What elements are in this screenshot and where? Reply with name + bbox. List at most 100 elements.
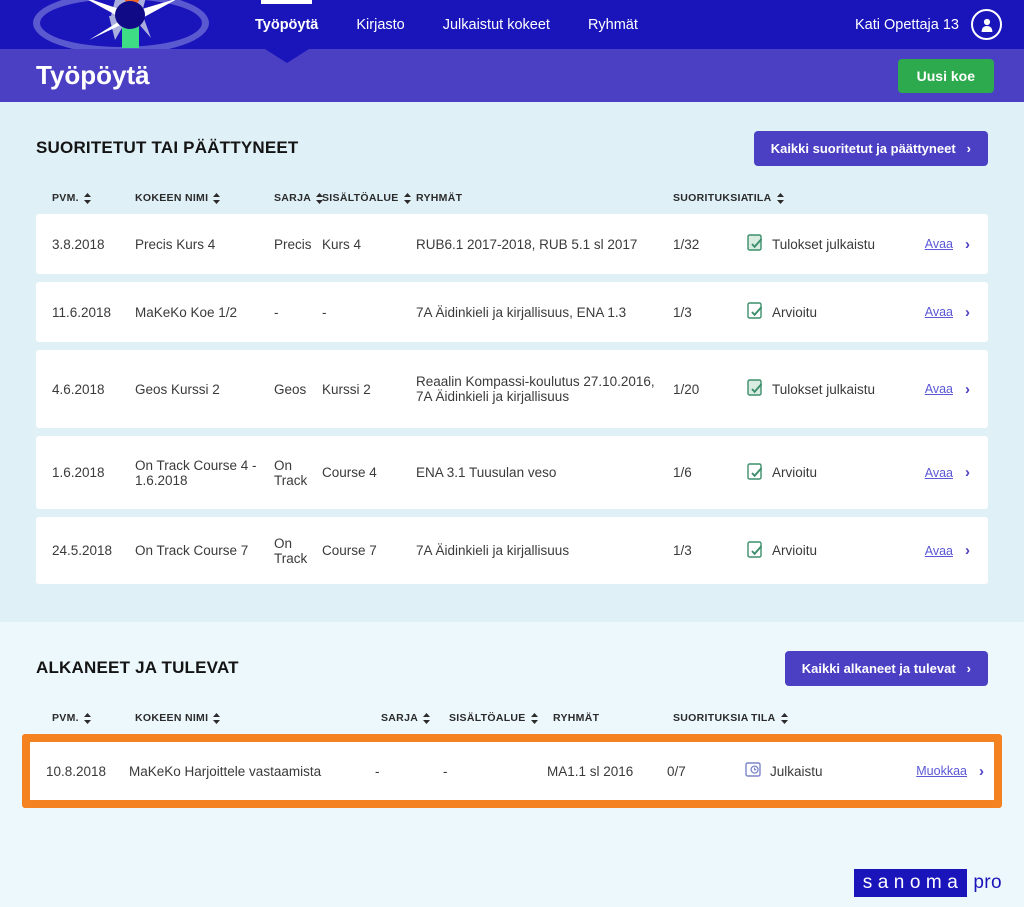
open-link[interactable]: Avaa — [925, 466, 953, 480]
cell-date: 11.6.2018 — [52, 304, 112, 320]
chevron-right-icon[interactable]: › — [965, 236, 970, 253]
top-navigation-bar: Työpöytä Kirjasto Julkaistut kokeet Ryhm… — [0, 0, 1024, 54]
sort-arrows-icon — [776, 192, 784, 204]
column-header-pvm[interactable]: PVM. — [36, 712, 135, 724]
column-label: SISÄLTÖALUE — [322, 192, 399, 204]
sort-arrows-icon — [780, 712, 788, 724]
column-header-pvm[interactable]: PVM. — [36, 192, 135, 204]
edit-link[interactable]: Muokkaa — [916, 764, 967, 778]
nav-item-julkaistut-kokeet[interactable]: Julkaistut kokeet — [441, 0, 552, 49]
cell-submissions: 1/32 — [673, 236, 700, 252]
new-exam-button[interactable]: Uusi koe — [897, 59, 994, 93]
document-check-outline-icon — [747, 540, 764, 561]
column-header-tila[interactable]: TILA — [751, 712, 891, 724]
status-badge: Tulokset julkaistu — [772, 236, 876, 252]
open-link[interactable]: Avaa — [925, 382, 953, 396]
nav-item-kirjasto[interactable]: Kirjasto — [354, 0, 406, 49]
column-header-kokeen-nimi[interactable]: KOKEEN NIMI — [135, 192, 274, 204]
user-menu[interactable]: Kati Opettaja 13 — [855, 0, 1002, 49]
nav-item-tyopoyta[interactable]: Työpöytä — [253, 0, 320, 49]
column-label: KOKEEN NIMI — [135, 712, 209, 724]
column-header-tila[interactable]: TILA — [747, 192, 884, 204]
chevron-right-icon[interactable]: › — [965, 464, 970, 481]
completed-section-header: SUORITETUT TAI PÄÄTTYNEET Kaikki suorite… — [36, 130, 988, 166]
cell-status: Arvioitu — [747, 294, 884, 330]
chevron-right-icon[interactable]: › — [965, 304, 970, 321]
cell-series: On Track — [274, 535, 308, 566]
column-label: KOKEEN NIMI — [135, 192, 209, 204]
cell-exam-name: MaKeKo Koe 1/2 — [135, 304, 238, 320]
user-name-label: Kati Opettaja 13 — [855, 16, 959, 33]
cell-actions: Avaa › — [884, 456, 988, 489]
page-subheader: Työpöytä Uusi koe — [0, 49, 1024, 102]
table-row[interactable]: 1.6.2018 On Track Course 4 - 1.6.2018 On… — [36, 436, 988, 509]
cell-series: On Track — [274, 457, 308, 488]
column-label: SARJA — [274, 192, 312, 204]
sort-arrows-icon — [530, 712, 538, 724]
cell-exam-name: MaKeKo Harjoittele vastaamista — [129, 763, 322, 779]
column-header-kokeen-nimi[interactable]: KOKEEN NIMI — [135, 712, 381, 724]
cell-content-area: Kurs 4 — [322, 236, 362, 252]
all-completed-button[interactable]: Kaikki suoritetut ja päättyneet › — [753, 130, 988, 166]
cell-content-area: - — [322, 304, 327, 320]
sort-arrows-icon — [403, 192, 411, 204]
cell-actions: Avaa › — [884, 296, 988, 329]
column-label: SISÄLTÖALUE — [449, 712, 526, 724]
document-check-filled-icon — [747, 234, 764, 254]
all-upcoming-button[interactable]: Kaikki alkaneet ja tulevat › — [784, 650, 988, 686]
cell-submissions: 1/3 — [673, 543, 692, 558]
avatar[interactable] — [971, 9, 1002, 40]
cell-series: - — [274, 304, 279, 320]
sort-arrows-icon — [213, 712, 221, 724]
completed-section-title: SUORITETUT TAI PÄÄTTYNEET — [36, 138, 299, 157]
document-clock-icon — [745, 761, 762, 781]
sort-arrows-icon — [213, 192, 221, 204]
column-label: SARJA — [381, 712, 419, 724]
column-header-sisaltoalue[interactable]: SISÄLTÖALUE — [449, 712, 553, 724]
footer-branding: sanoma pro — [853, 869, 1002, 897]
cell-groups: 7A Äidinkieli ja kirjallisuus — [416, 543, 570, 558]
open-link[interactable]: Avaa — [925, 305, 953, 319]
abitti-flower-logo[interactable] — [33, 0, 209, 54]
cell-date: 24.5.2018 — [52, 543, 113, 558]
person-icon — [981, 18, 992, 32]
document-check-outline-icon — [747, 462, 764, 483]
nav-item-ryhmat[interactable]: Ryhmät — [586, 0, 640, 49]
column-header-suorituksia: SUORITUKSIA — [673, 192, 748, 204]
chevron-right-icon[interactable]: › — [965, 542, 970, 559]
status-badge: Tulokset julkaistu — [772, 381, 876, 397]
main-nav: Työpöytä Kirjasto Julkaistut kokeet Ryhm… — [253, 0, 640, 49]
column-header-sarja[interactable]: SARJA — [381, 712, 449, 724]
cell-groups: RUB6.1 2017-2018, RUB 5.1 sl 2017 — [416, 236, 638, 252]
cell-date: 4.6.2018 — [52, 381, 105, 397]
chevron-right-icon[interactable]: › — [979, 763, 984, 780]
column-header-sisaltoalue[interactable]: SISÄLTÖALUE — [322, 192, 416, 204]
sort-arrows-icon — [83, 712, 91, 724]
table-row[interactable]: 10.8.2018 MaKeKo Harjoittele vastaamista… — [30, 742, 994, 800]
status-badge: Julkaistu — [770, 763, 823, 779]
open-link[interactable]: Avaa — [925, 544, 953, 558]
cell-actions: Muokkaa › — [885, 755, 994, 788]
completed-section: SUORITETUT TAI PÄÄTTYNEET Kaikki suorite… — [0, 102, 1024, 622]
upcoming-section-header: ALKANEET JA TULEVAT Kaikki alkaneet ja t… — [36, 650, 988, 686]
table-row[interactable]: 24.5.2018 On Track Course 7 On Track Cou… — [36, 517, 988, 584]
open-link[interactable]: Avaa — [925, 237, 953, 251]
table-row[interactable]: 11.6.2018 MaKeKo Koe 1/2 - - 7A Äidinkie… — [36, 282, 988, 342]
cell-exam-name: Precis Kurs 4 — [135, 236, 216, 252]
page-title: Työpöytä — [36, 60, 150, 90]
cell-content-area: Course 4 — [322, 465, 377, 480]
cell-date: 1.6.2018 — [52, 465, 105, 480]
chevron-right-icon[interactable]: › — [965, 381, 970, 398]
column-header-sarja[interactable]: SARJA — [274, 192, 324, 204]
table-row[interactable]: 4.6.2018 Geos Kurssi 2 Geos Kurssi 2 Rea… — [36, 350, 988, 428]
all-upcoming-button-label: Kaikki alkaneet ja tulevat — [801, 660, 956, 676]
table-row[interactable]: 3.8.2018 Precis Kurs 4 Precis Kurs 4 RUB… — [36, 214, 988, 274]
status-badge: Arvioitu — [772, 543, 818, 558]
document-check-filled-icon — [747, 379, 764, 399]
column-header-ryhmat: RYHMÄT — [416, 192, 673, 204]
cell-actions: Avaa › — [884, 534, 988, 567]
cell-content-area: - — [443, 763, 448, 779]
cell-status: Tulokset julkaistu — [747, 226, 884, 262]
active-tab-notch-icon — [265, 49, 309, 63]
column-label: PVM. — [52, 192, 79, 204]
